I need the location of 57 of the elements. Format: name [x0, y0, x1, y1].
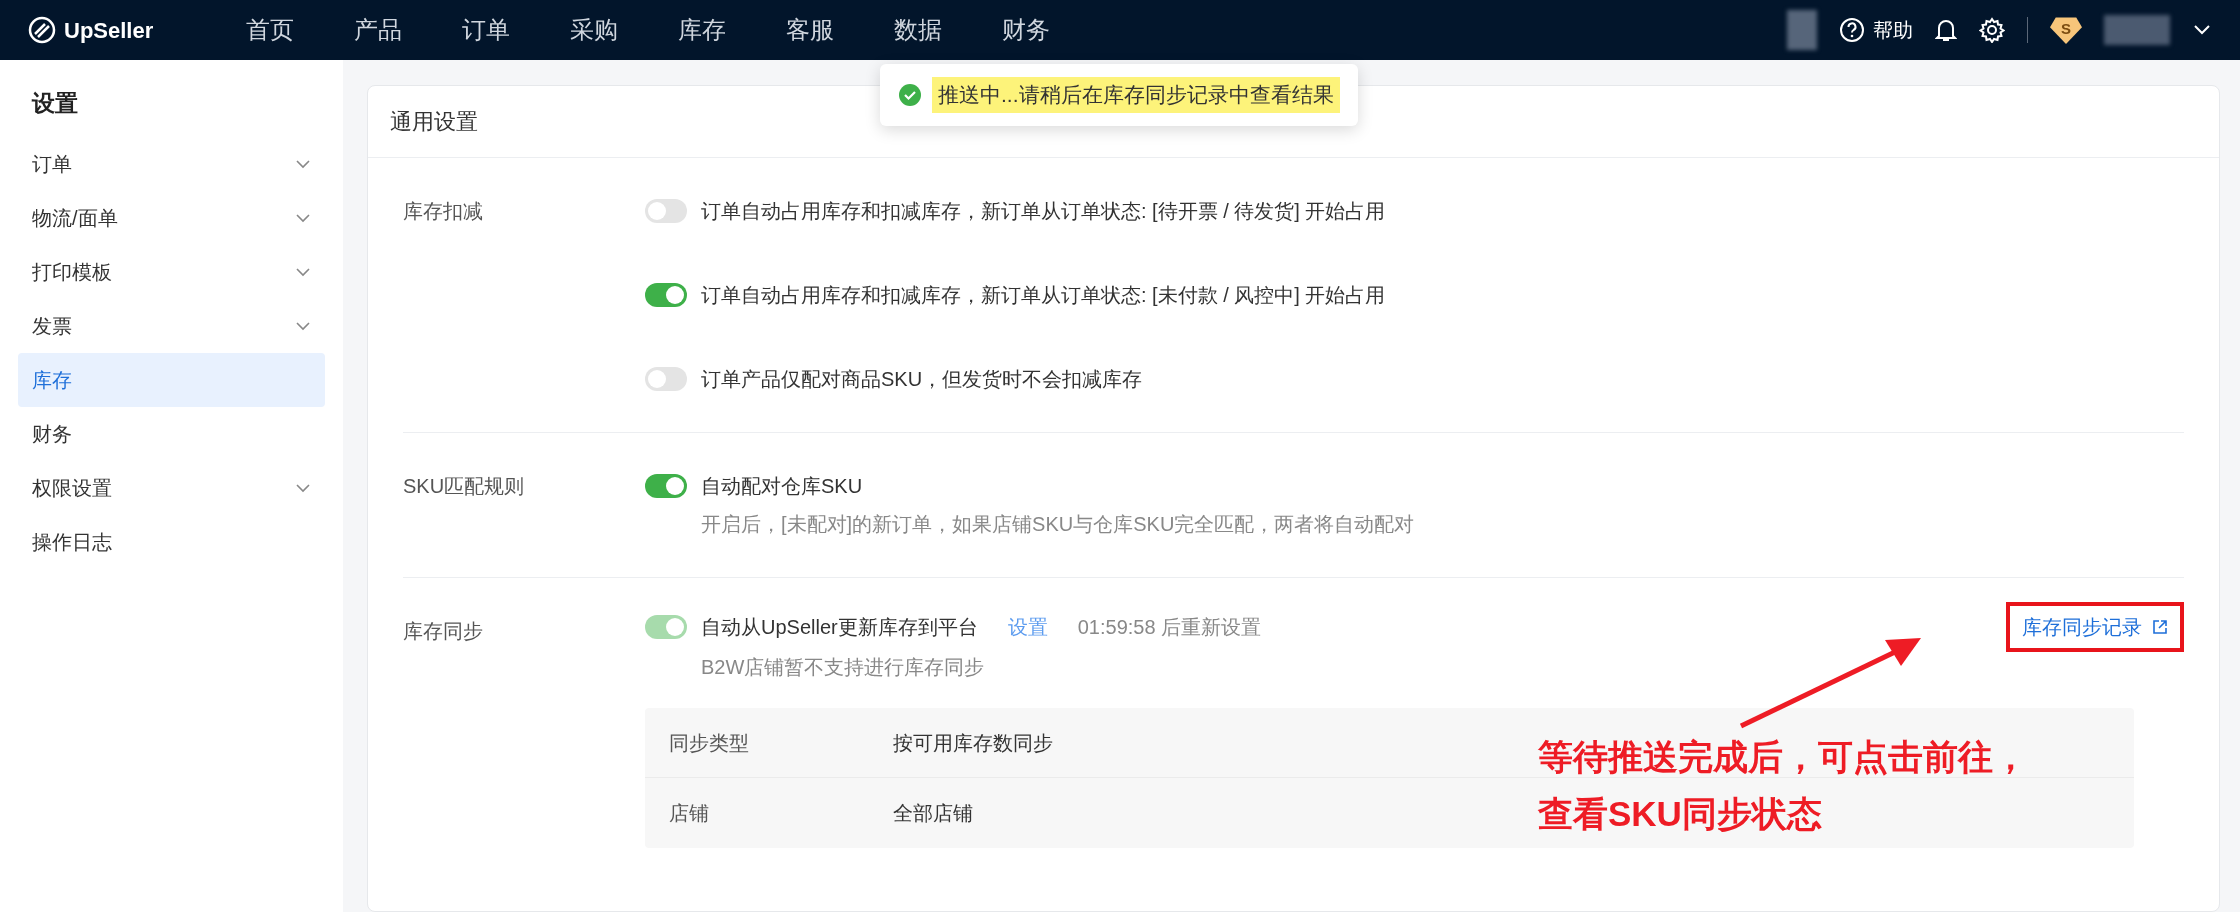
sidebar-item[interactable]: 物流/面单 [18, 190, 325, 245]
detail-value: 全部店铺 [893, 801, 973, 826]
sidebar-item[interactable]: 发票 [18, 298, 325, 353]
blurred-username [2104, 15, 2170, 45]
option-description: B2W店铺暂不支持进行库存同步 [701, 655, 986, 680]
sidebar-item[interactable]: 库存 [18, 352, 325, 407]
external-link-icon [2152, 619, 2168, 635]
section-label: 库存同步 [403, 619, 484, 644]
option-label: 订单产品仅配对商品SKU，但发货时不会扣减库存 [701, 367, 1143, 392]
help-icon [1839, 17, 1865, 43]
chevron-down-icon [295, 482, 311, 493]
settings-icon[interactable] [1979, 17, 2005, 43]
nav-link[interactable]: 数据 [864, 12, 972, 48]
nav-link[interactable]: 库存 [648, 12, 756, 48]
chevron-down-icon[interactable] [2192, 24, 2212, 36]
blurred-item [1787, 10, 1817, 50]
nav-link[interactable]: 客服 [756, 12, 864, 48]
section-label: SKU匹配规则 [403, 474, 526, 499]
toggle-switch[interactable] [645, 199, 687, 223]
bell-icon[interactable] [1935, 17, 1957, 43]
option-label: 自动从UpSeller更新库存到平台 [701, 615, 978, 640]
nav-link[interactable]: 财务 [972, 12, 1080, 48]
nav-link[interactable]: 产品 [324, 12, 432, 48]
sidebar-item[interactable]: 财务 [18, 406, 325, 461]
detail-key: 同步类型 [669, 727, 893, 758]
sidebar-item[interactable]: 操作日志 [18, 514, 325, 569]
option-label: 自动配对仓库SKU [701, 474, 863, 499]
nav-link[interactable]: 采购 [540, 12, 648, 48]
option-label: 订单自动占用库存和扣减库存，新订单从订单状态: [待开票 / 待发货] 开始占用 [701, 199, 1386, 224]
check-circle-icon [898, 83, 922, 107]
sidebar-item[interactable]: 订单 [18, 136, 325, 191]
option-label: 订单自动占用库存和扣减库存，新订单从订单状态: [未付款 / 风控中] 开始占用 [701, 283, 1386, 308]
toggle-switch[interactable] [645, 367, 687, 391]
annotation-text: 等待推送完成后，可点击前往， [1538, 736, 2028, 778]
toggle-switch[interactable] [645, 474, 687, 498]
countdown-text: 01:59:58 后重新设置 [1077, 615, 1262, 640]
chevron-down-icon [295, 212, 311, 223]
sidebar-title: 设置 [30, 89, 79, 118]
sidebar-item[interactable]: 权限设置 [18, 460, 325, 515]
help-link[interactable]: 帮助 [1839, 15, 1913, 45]
sidebar-item[interactable]: 打印模板 [18, 244, 325, 299]
logo-text: UpSeller [64, 16, 154, 45]
option-description: 开启后，[未配对]的新订单，如果店铺SKU与仓库SKU完全匹配，两者将自动配对 [701, 512, 1416, 537]
detail-value: 按可用库存数同步 [893, 730, 1053, 756]
detail-key: 店铺 [669, 798, 893, 828]
section-label: 库存扣减 [403, 199, 484, 224]
sync-record-link[interactable]: 库存同步记录 [2006, 602, 2184, 652]
logo-icon [28, 16, 56, 44]
chevron-down-icon [295, 158, 311, 169]
toggle-switch[interactable] [645, 283, 687, 307]
annotation-text: 查看SKU同步状态 [1538, 793, 1823, 835]
toast-message: 推送中...请稍后在库存同步记录中查看结果 [932, 77, 1340, 113]
level-badge: S [2050, 16, 2082, 44]
nav-link[interactable]: 首页 [216, 12, 324, 48]
chevron-down-icon [295, 266, 311, 277]
nav-link[interactable]: 订单 [432, 12, 540, 48]
chevron-down-icon [295, 320, 311, 331]
